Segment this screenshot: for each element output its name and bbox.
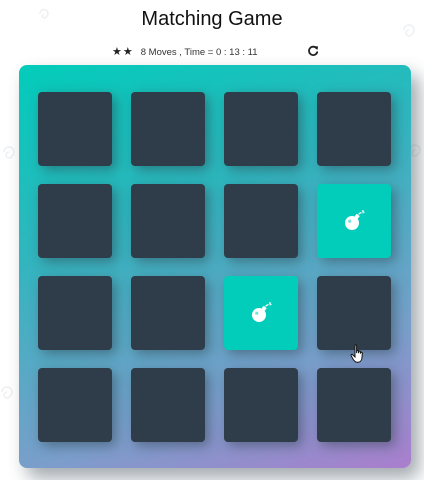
- bomb-icon: [249, 301, 273, 325]
- star-icon: ★: [112, 45, 122, 58]
- moves-time-counter: 8 Moves , Time = 0 : 13 : 11: [140, 46, 258, 58]
- card-closed[interactable]: [131, 368, 205, 442]
- card-closed[interactable]: [38, 184, 112, 258]
- card-closed[interactable]: [317, 368, 391, 442]
- card-closed[interactable]: [224, 368, 298, 442]
- card-closed[interactable]: [131, 184, 205, 258]
- card-closed[interactable]: [317, 92, 391, 166]
- page-title: Matching Game: [141, 8, 283, 30]
- restart-icon[interactable]: [307, 45, 319, 57]
- bomb-icon: [342, 209, 366, 233]
- star-icon: ★: [122, 45, 133, 58]
- card-open[interactable]: [317, 184, 391, 258]
- card-closed[interactable]: [38, 276, 112, 350]
- star-rating: ★ ★: [112, 45, 133, 58]
- card-closed[interactable]: [224, 184, 298, 258]
- card-closed[interactable]: [131, 276, 205, 350]
- card-deck: [19, 65, 411, 468]
- card-closed[interactable]: [224, 92, 298, 166]
- card-closed[interactable]: [38, 368, 112, 442]
- card-closed[interactable]: [131, 92, 205, 166]
- card-open[interactable]: [224, 276, 298, 350]
- card-closed[interactable]: [38, 92, 112, 166]
- score-panel: ★ ★ 8 Moves , Time = 0 : 13 : 11: [112, 44, 322, 60]
- card-closed[interactable]: [317, 276, 391, 350]
